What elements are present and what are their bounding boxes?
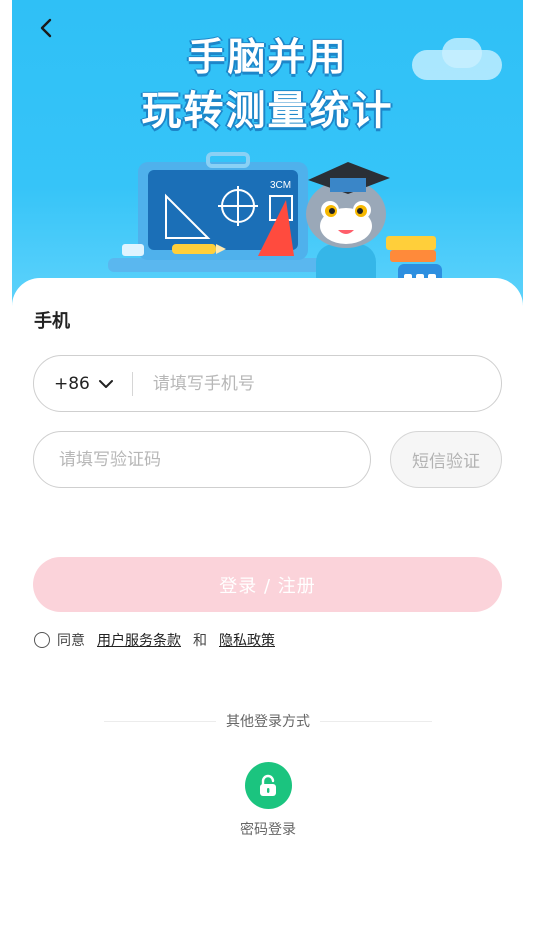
password-login-label: 密码登录: [240, 822, 296, 838]
phone-field: +86: [33, 355, 502, 412]
agreement-row: 同意 用户服务条款 和 隐私政策: [34, 630, 275, 650]
password-login-button[interactable]: 密码登录: [236, 762, 300, 839]
sms-code-button[interactable]: 短信验证: [390, 431, 502, 488]
divider: [131, 371, 133, 396]
divider-line: [320, 720, 432, 722]
login-register-button[interactable]: 登录 / 注册: [33, 557, 502, 612]
other-login-title: 其他登录方式: [226, 714, 310, 730]
agree-prefix: 同意: [57, 633, 85, 649]
chevron-down-icon: [98, 379, 114, 389]
privacy-link[interactable]: 隐私政策: [219, 630, 275, 650]
terms-link[interactable]: 用户服务条款: [97, 630, 181, 650]
phone-input[interactable]: [152, 373, 453, 394]
board-label: 3CM: [270, 180, 291, 191]
divider-line: [104, 720, 216, 722]
password-login-circle[interactable]: [244, 762, 292, 809]
agree-and: 和: [193, 633, 207, 649]
other-login-divider: 其他登录方式: [104, 710, 432, 732]
verification-code-input[interactable]: [59, 449, 339, 470]
headline-line1: 手脑并用: [187, 35, 348, 79]
section-title: 手机: [34, 311, 70, 332]
agree-radio[interactable]: [34, 632, 50, 648]
code-field: [33, 431, 371, 488]
headline-line2: 玩转测量统计: [141, 88, 394, 134]
country-code-selector[interactable]: +86: [54, 374, 114, 394]
unlock-icon: [260, 774, 276, 796]
country-code: +86: [54, 373, 90, 394]
hero-banner: 手脑并用 玩转测量统计 3CM: [12, 0, 523, 310]
